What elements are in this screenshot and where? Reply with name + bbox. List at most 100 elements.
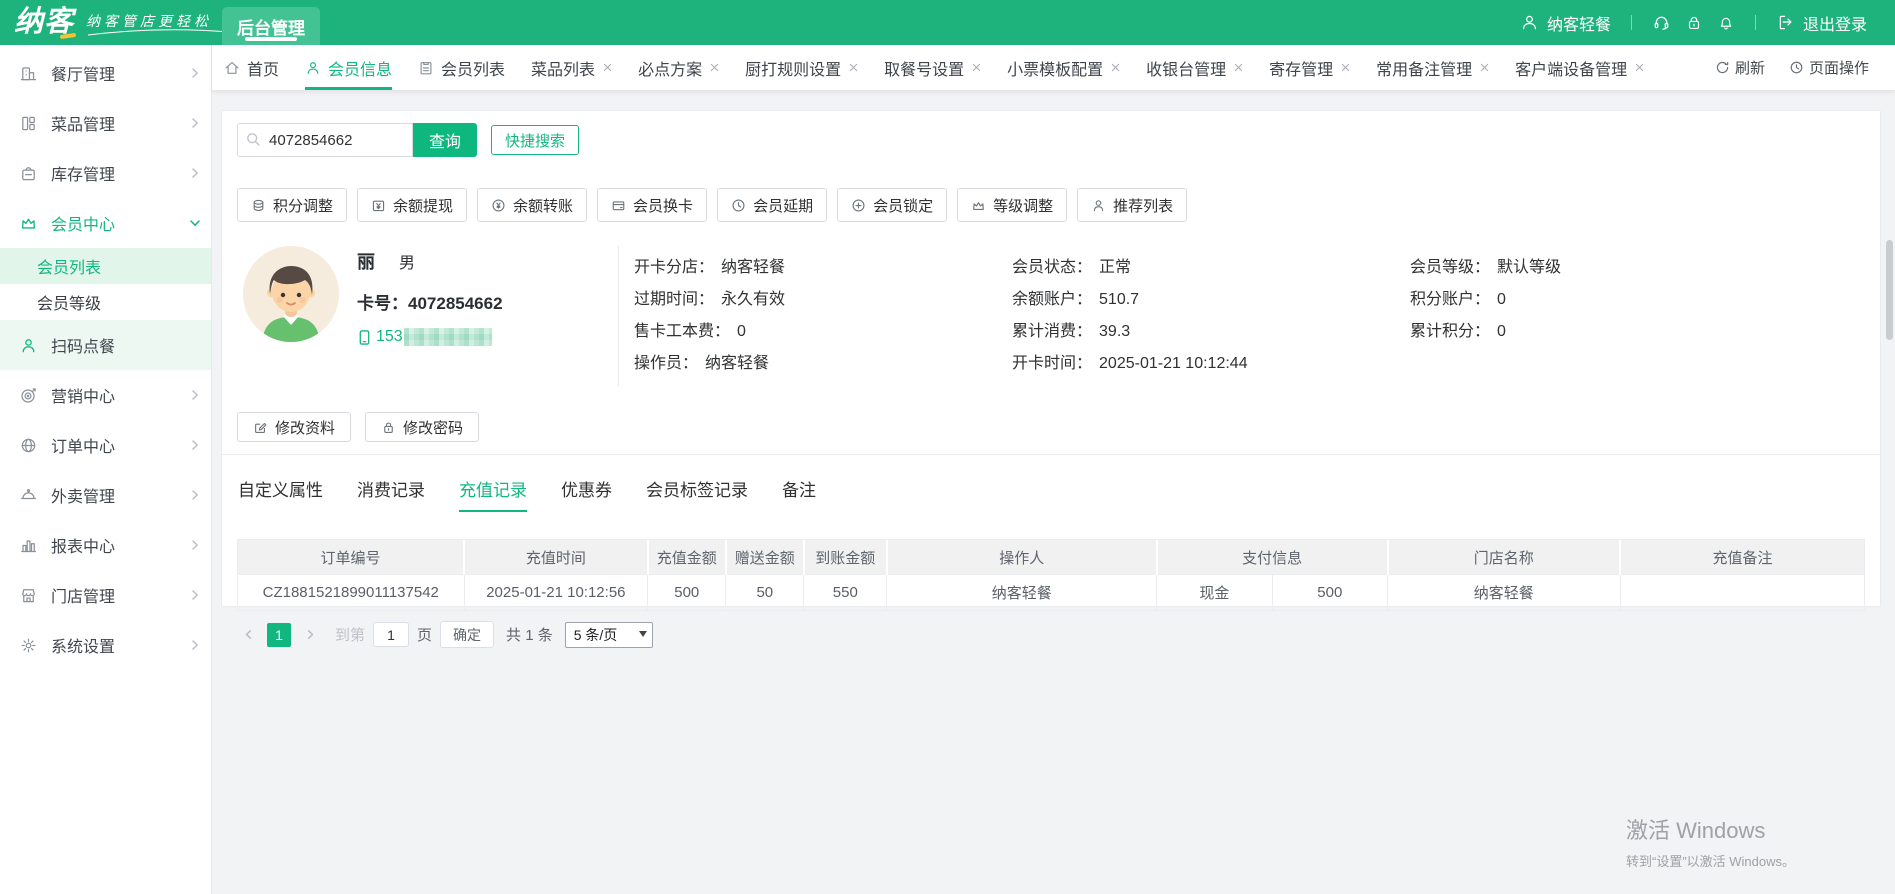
- sidebar-item-restaurant[interactable]: 餐厅管理: [0, 48, 211, 98]
- prev-page-button[interactable]: [237, 623, 259, 647]
- close-icon[interactable]: [1341, 63, 1350, 72]
- level-icon: [971, 198, 986, 213]
- cell-received-amount: 550: [803, 574, 888, 610]
- sidebar-item-member-center[interactable]: 会员中心: [0, 198, 211, 248]
- tab-receipt-template[interactable]: 小票模板配置: [1007, 45, 1120, 90]
- cell-operator: 纳客轻餐: [886, 574, 1158, 610]
- tab-deposit-management[interactable]: 寄存管理: [1269, 45, 1350, 90]
- brand: 纳客 纳客管店更轻松: [0, 0, 235, 45]
- close-icon[interactable]: [603, 63, 612, 72]
- cell-gift-amount: 50: [725, 574, 805, 610]
- edit-profile-button[interactable]: 修改资料: [237, 412, 352, 442]
- tab-dish-list[interactable]: 菜品列表: [531, 45, 612, 90]
- table-row[interactable]: CZ1881521899011137542 2025-01-21 10:12:5…: [238, 574, 1864, 610]
- balance-withdraw-button[interactable]: 余额提现: [357, 188, 468, 222]
- chevron-right-icon: [189, 639, 201, 651]
- sidebar-item-dishes[interactable]: 菜品管理: [0, 98, 211, 148]
- member-identity: 丽男 卡号：4072854662 153: [357, 246, 619, 386]
- info-field: 会员等级： 默认等级: [1410, 259, 1562, 276]
- sidebar-item-scan-order[interactable]: 扫码点餐: [0, 320, 211, 370]
- quick-search-button[interactable]: 快捷搜索: [491, 125, 580, 155]
- section-divider: [222, 454, 1880, 455]
- change-card-button[interactable]: 会员换卡: [597, 188, 708, 222]
- transfer-icon: [491, 198, 506, 213]
- tab-cashier-management[interactable]: 收银台管理: [1146, 45, 1243, 90]
- sidebar-item-settings[interactable]: 系统设置: [0, 620, 211, 670]
- sidebar-item-orders[interactable]: 订单中心: [0, 420, 211, 470]
- page-actions-button[interactable]: 页面操作: [1789, 57, 1869, 78]
- close-icon[interactable]: [1480, 63, 1489, 72]
- sidebar-subitem-member-list[interactable]: 会员列表: [0, 248, 211, 284]
- sidebar-item-marketing[interactable]: 营销中心: [0, 370, 211, 420]
- sidebar-item-inventory[interactable]: 库存管理: [0, 148, 211, 198]
- subtab-member-tags[interactable]: 会员标签记录: [646, 476, 748, 512]
- level-adjust-button[interactable]: 等级调整: [957, 188, 1068, 222]
- lock-icon[interactable]: [1685, 14, 1703, 32]
- tab-home[interactable]: 首页: [224, 45, 279, 90]
- close-icon[interactable]: [1111, 63, 1120, 72]
- balance-transfer-button[interactable]: 余额转账: [477, 188, 588, 222]
- member-lock-button[interactable]: 会员锁定: [837, 188, 948, 222]
- close-icon[interactable]: [710, 63, 719, 72]
- change-card-icon: [611, 198, 626, 213]
- edit-row: 修改资料 修改密码: [237, 412, 1865, 442]
- headset-icon[interactable]: [1652, 13, 1671, 32]
- crown-icon: [19, 214, 38, 233]
- inventory-icon: [19, 164, 38, 183]
- referral-list-button[interactable]: 推荐列表: [1077, 188, 1188, 222]
- tab-pickup-number[interactable]: 取餐号设置: [884, 45, 981, 90]
- query-button[interactable]: 查询: [413, 123, 477, 157]
- sidebar-item-takeout[interactable]: 外卖管理: [0, 470, 211, 520]
- store-icon: [19, 586, 38, 605]
- tab-common-remarks[interactable]: 常用备注管理: [1376, 45, 1489, 90]
- page-size-select[interactable]: 5 条/页: [564, 621, 653, 648]
- nav-tab-backoffice[interactable]: 后台管理: [222, 7, 321, 45]
- info-field: 积分账户： 0: [1410, 291, 1506, 308]
- tab-member-info[interactable]: 会员信息: [305, 45, 393, 90]
- info-field: 余额账户： 510.7: [1012, 291, 1140, 308]
- password-lock-icon: [381, 420, 396, 435]
- page-number-1[interactable]: 1: [267, 622, 291, 647]
- logo-accent: [59, 32, 77, 40]
- goto-confirm-button[interactable]: 确定: [440, 621, 495, 648]
- current-user[interactable]: 纳客轻餐: [1520, 11, 1611, 35]
- points-adjust-button[interactable]: 积分调整: [237, 188, 348, 222]
- order-icon: [19, 436, 38, 455]
- bell-icon[interactable]: [1717, 14, 1735, 32]
- subtab-recharge-records[interactable]: 充值记录: [459, 476, 527, 512]
- member-search-input[interactable]: [237, 123, 413, 157]
- close-icon[interactable]: [1234, 63, 1243, 72]
- subtab-coupons[interactable]: 优惠券: [561, 476, 612, 512]
- subtab-remarks[interactable]: 备注: [782, 476, 816, 512]
- pagination: 1 到第 页 确定 共 1 条 5 条/页: [237, 621, 1865, 648]
- refresh-button[interactable]: 刷新: [1715, 57, 1765, 78]
- close-icon[interactable]: [972, 63, 981, 72]
- header-right: 纳客轻餐 退出登录: [1520, 0, 1895, 45]
- vertical-scrollbar[interactable]: [1886, 240, 1893, 340]
- sidebar-subitem-member-level[interactable]: 会员等级: [0, 284, 211, 320]
- chevron-right-icon: [189, 439, 201, 451]
- goto-page-input[interactable]: [373, 622, 410, 647]
- tab-member-list[interactable]: 会员列表: [418, 45, 505, 90]
- divider: [1754, 15, 1756, 30]
- col-received-amount: 到账金额: [803, 540, 888, 575]
- subtab-custom-attributes[interactable]: 自定义属性: [238, 476, 323, 512]
- tab-must-order-plan[interactable]: 必点方案: [638, 45, 719, 90]
- chevron-right-icon: [189, 389, 201, 401]
- member-extend-button[interactable]: 会员延期: [717, 188, 828, 222]
- edit-password-button[interactable]: 修改密码: [365, 412, 480, 442]
- close-icon[interactable]: [849, 63, 858, 72]
- subtab-consumption-records[interactable]: 消费记录: [357, 476, 425, 512]
- info-field: 售卡工本费： 0: [634, 323, 746, 340]
- col-order-no: 订单编号: [238, 540, 465, 575]
- tab-kitchen-print-rules[interactable]: 厨打规则设置: [745, 45, 858, 90]
- logout-button[interactable]: 退出登录: [1776, 11, 1867, 35]
- tab-client-devices[interactable]: 客户端设备管理: [1515, 45, 1644, 90]
- cell-store-name: 纳客轻餐: [1387, 574, 1621, 610]
- sidebar-item-stores[interactable]: 门店管理: [0, 570, 211, 620]
- chevron-right-icon: [189, 67, 201, 79]
- sidebar-item-reports[interactable]: 报表中心: [0, 520, 211, 570]
- user-icon: [1520, 13, 1539, 32]
- close-icon[interactable]: [1635, 63, 1644, 72]
- next-page-button[interactable]: [299, 623, 321, 647]
